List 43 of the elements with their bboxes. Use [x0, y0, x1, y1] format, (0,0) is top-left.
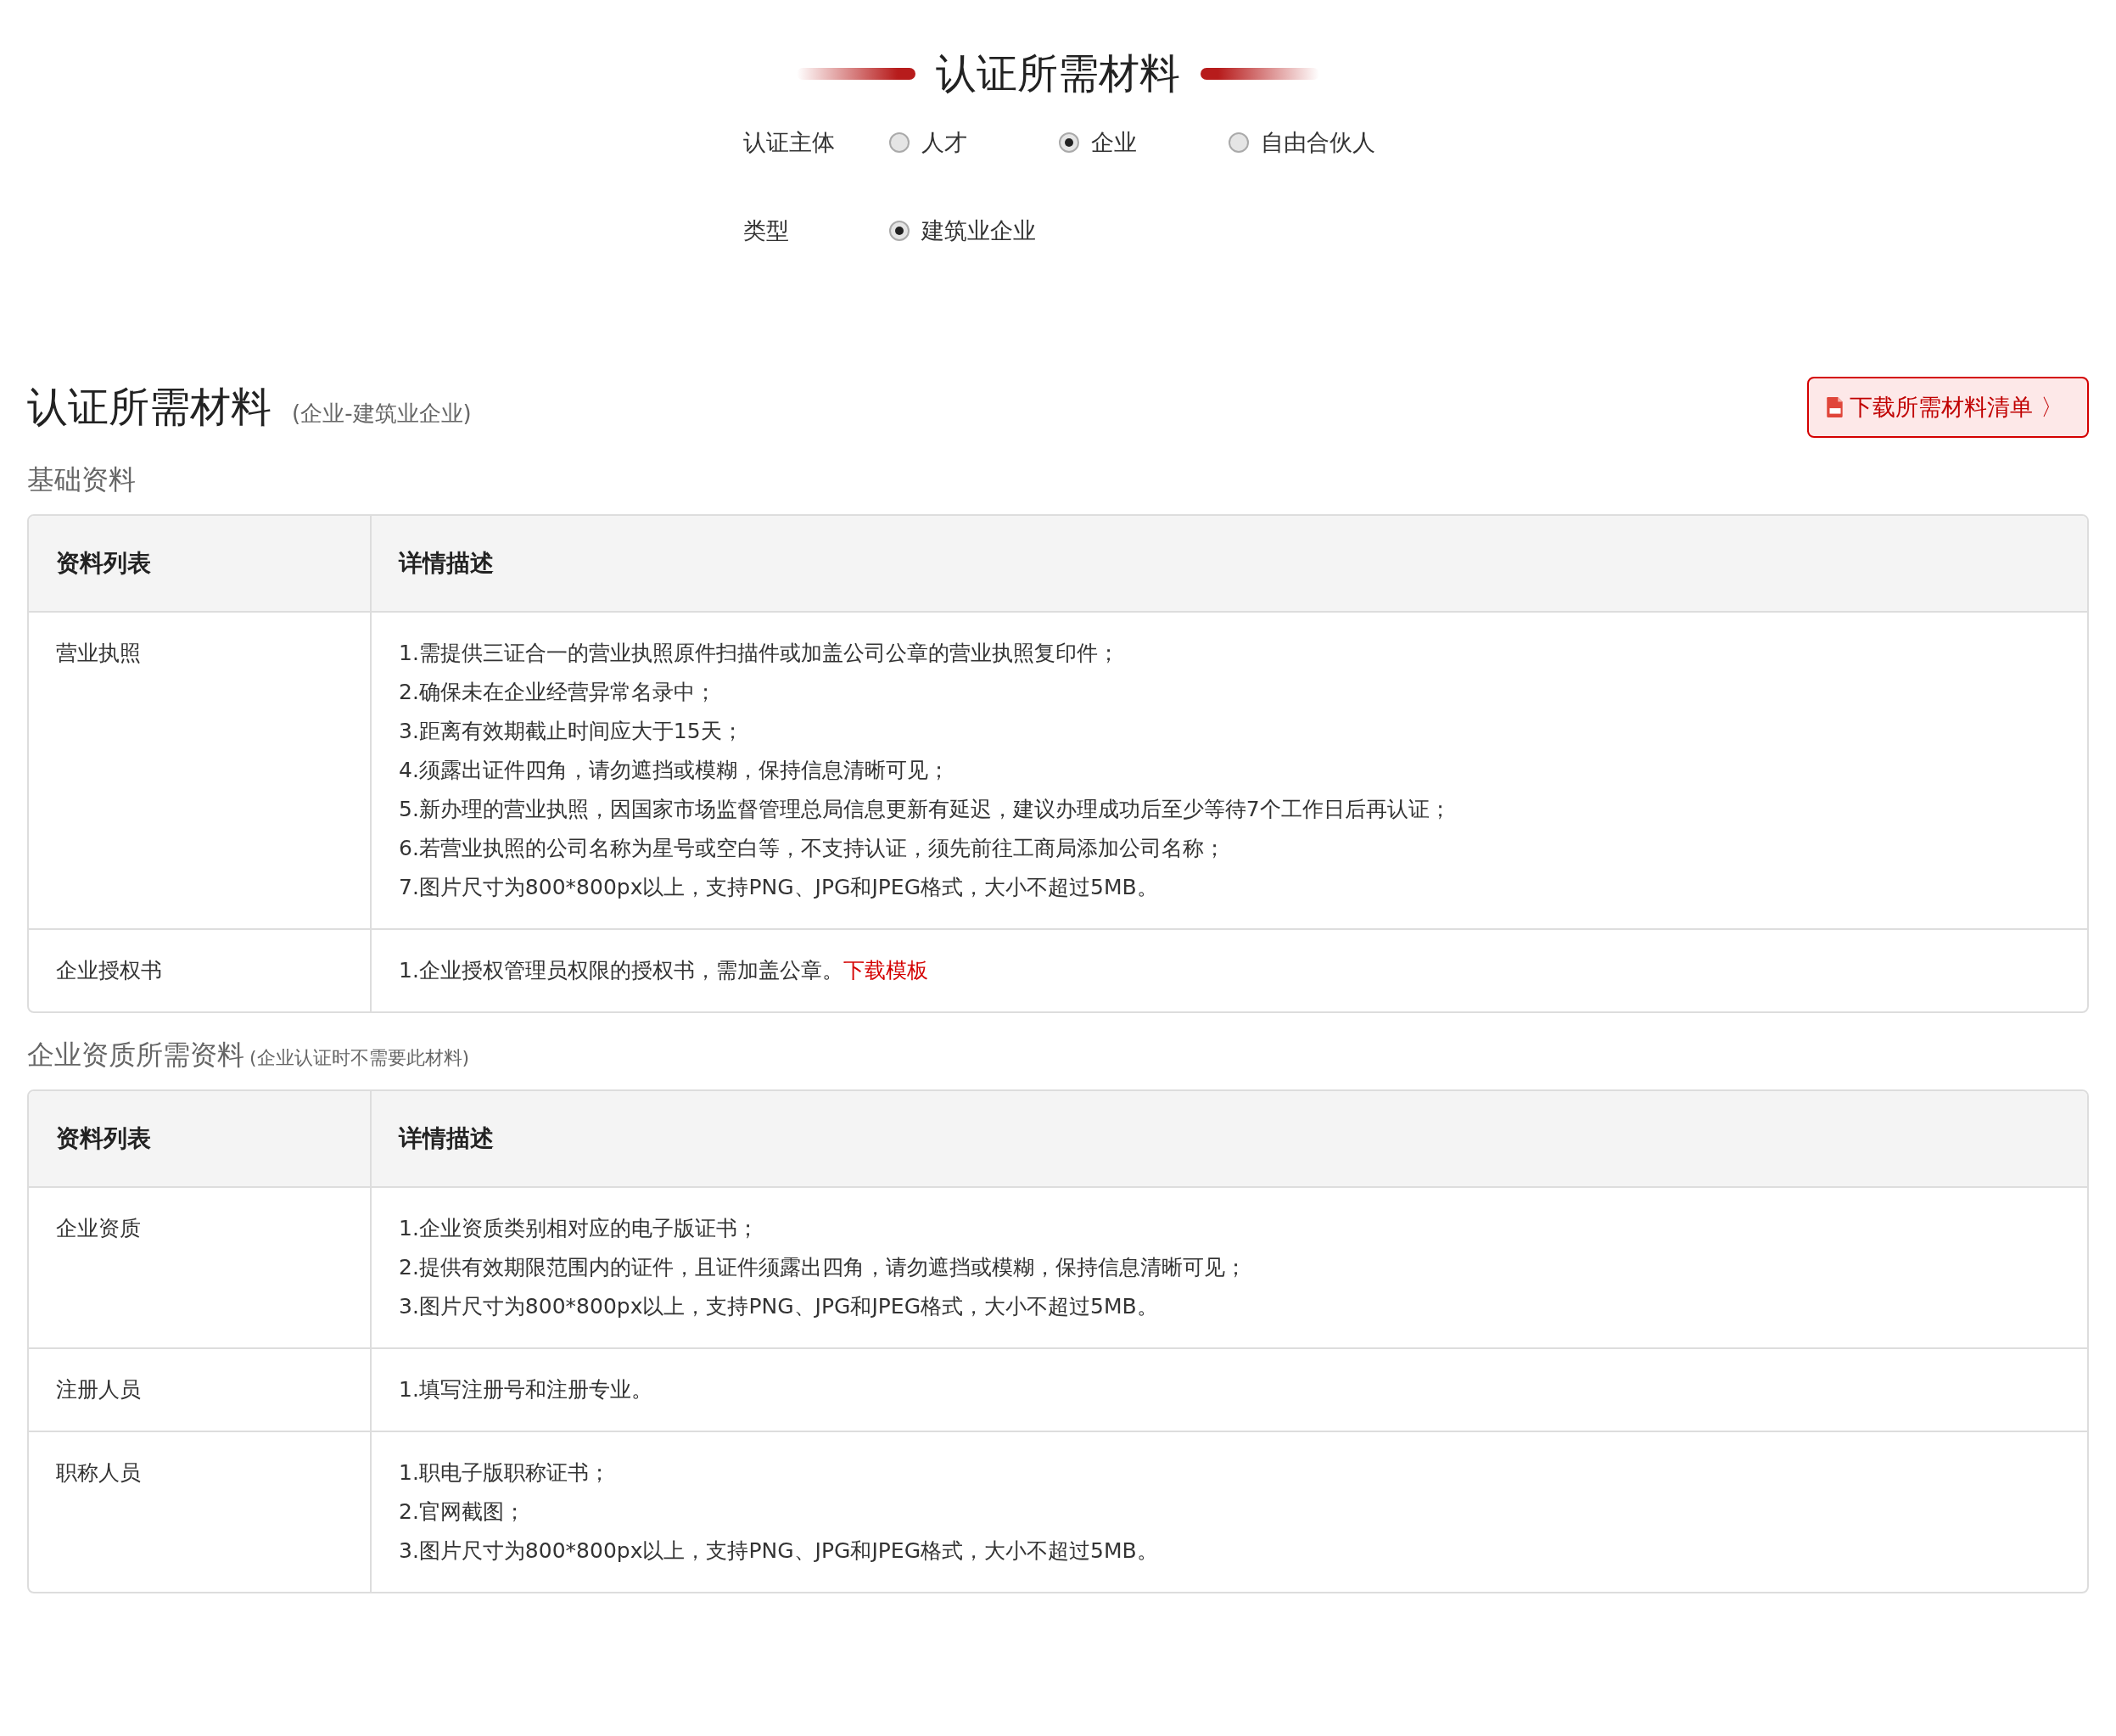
radio-button[interactable]	[889, 220, 910, 241]
material-name: 营业执照	[56, 640, 141, 665]
page-title: 认证所需材料	[936, 49, 1180, 98]
radio-button[interactable]	[1229, 132, 1249, 153]
radio-label[interactable]: 企业	[1091, 126, 1137, 158]
download-list-button[interactable]: 下载所需材料清单 〉	[1807, 376, 2089, 438]
section-title: 认证所需材料	[27, 381, 271, 432]
description-line: 6.若营业执照的公司名称为星号或空白等，不支持认证，须先前往工商局添加公司名称；	[399, 835, 1225, 860]
description-line: 1.需提供三证合一的营业执照原件扫描件或加盖公司公章的营业执照复印件；	[399, 640, 1119, 665]
description-line: 3.距离有效期截止时间应大于15天；	[399, 718, 743, 743]
column-header: 详情描述	[397, 547, 495, 579]
description-line: 1.企业授权管理员权限的授权书，需加盖公章。	[399, 957, 843, 983]
material-name: 职称人员	[56, 1459, 141, 1485]
column-header: 详情描述	[397, 1123, 495, 1154]
radio-label[interactable]: 自由合伙人	[1261, 126, 1375, 158]
description-line: 4.须露出证件四角，请勿遮挡或模糊，保持信息清晰可见；	[399, 757, 949, 782]
description-line: 2.提供有效期限范围内的证件，且证件须露出四角，请勿遮挡或模糊，保持信息清晰可见；	[399, 1254, 1246, 1280]
description-line: 3.图片尺寸为800*800px以上，支持PNG、JPG和JPEG格式，大小不超过5MB。	[399, 1293, 1158, 1319]
material-name: 企业授权书	[56, 957, 162, 983]
material-name: 注册人员	[56, 1376, 141, 1402]
radio-button[interactable]	[1059, 132, 1079, 153]
description-line: 1.企业资质类别相对应的电子版证书；	[399, 1215, 759, 1240]
section-subtitle: (企业-建筑业企业)	[292, 399, 472, 428]
material-name: 企业资质	[56, 1215, 141, 1240]
filter-label: 类型	[743, 216, 790, 245]
description-line: 5.新办理的营业执照，因国家市场监督管理总局信息更新有延迟，建议办理成功后至少等待7个工作日后再认证；	[399, 796, 1451, 821]
radio-label[interactable]: 建筑业企业	[921, 215, 1036, 246]
group-title: 基础资料	[27, 462, 136, 497]
radio-label[interactable]: 人才	[921, 126, 967, 158]
description-line: 3.图片尺寸为800*800px以上，支持PNG、JPG和JPEG格式，大小不超过5MB。	[399, 1537, 1158, 1563]
group-title: 企业资质所需资料	[27, 1037, 244, 1072]
description-line: 2.确保未在企业经营异常名录中；	[399, 679, 716, 704]
column-header: 资料列表	[29, 1090, 372, 1186]
description-line: 7.图片尺寸为800*800px以上，支持PNG、JPG和JPEG格式，大小不超过5MB。	[399, 874, 1158, 899]
download-template-link[interactable]: 下载模板	[842, 957, 928, 983]
column-header: 资料列表	[29, 515, 372, 611]
radio-button[interactable]	[889, 132, 910, 153]
description-line: 1.职电子版职称证书；	[399, 1459, 610, 1485]
group-note: (企业认证时不需要此材料)	[249, 1045, 470, 1070]
filter-label: 认证主体	[743, 127, 836, 157]
description-line: 1.填写注册号和注册专业。	[399, 1376, 652, 1402]
pdf-file-icon	[1826, 395, 1845, 418]
description-line: 2.官网截图；	[399, 1498, 525, 1524]
